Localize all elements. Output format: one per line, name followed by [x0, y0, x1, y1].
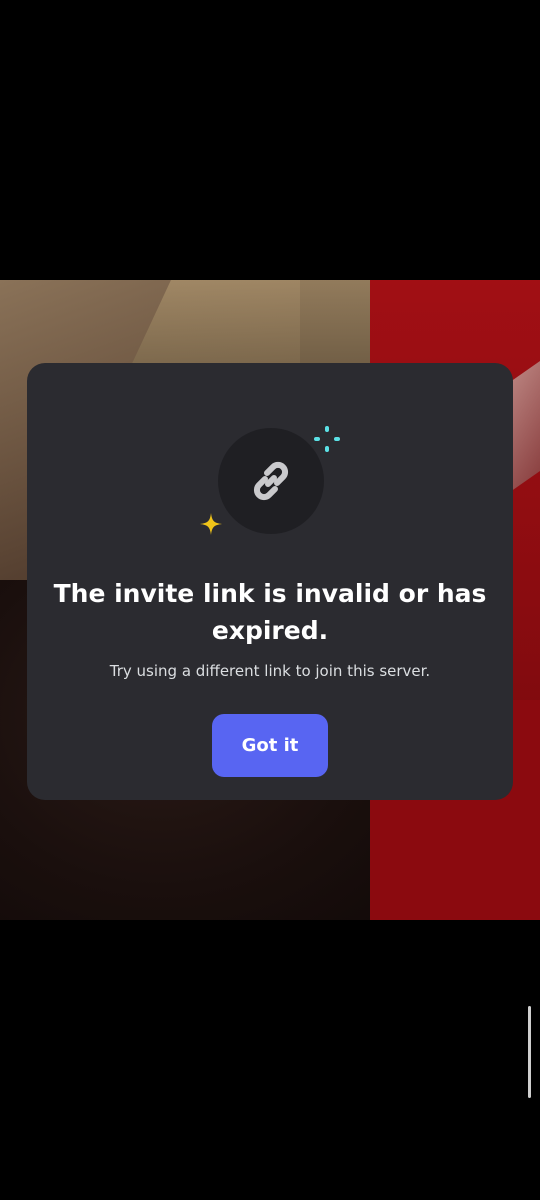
star-icon — [200, 513, 222, 535]
dialog-message: Try using a different link to join this … — [109, 662, 431, 680]
link-icon — [253, 461, 289, 501]
sparkle-icon — [314, 426, 340, 452]
scrollbar[interactable] — [528, 1006, 531, 1098]
got-it-button[interactable]: Got it — [212, 714, 328, 777]
dialog-title: The invite link is invalid or has expire… — [53, 579, 487, 645]
link-icon-badge — [218, 428, 324, 534]
screen: The invite link is invalid or has expire… — [0, 0, 540, 1200]
